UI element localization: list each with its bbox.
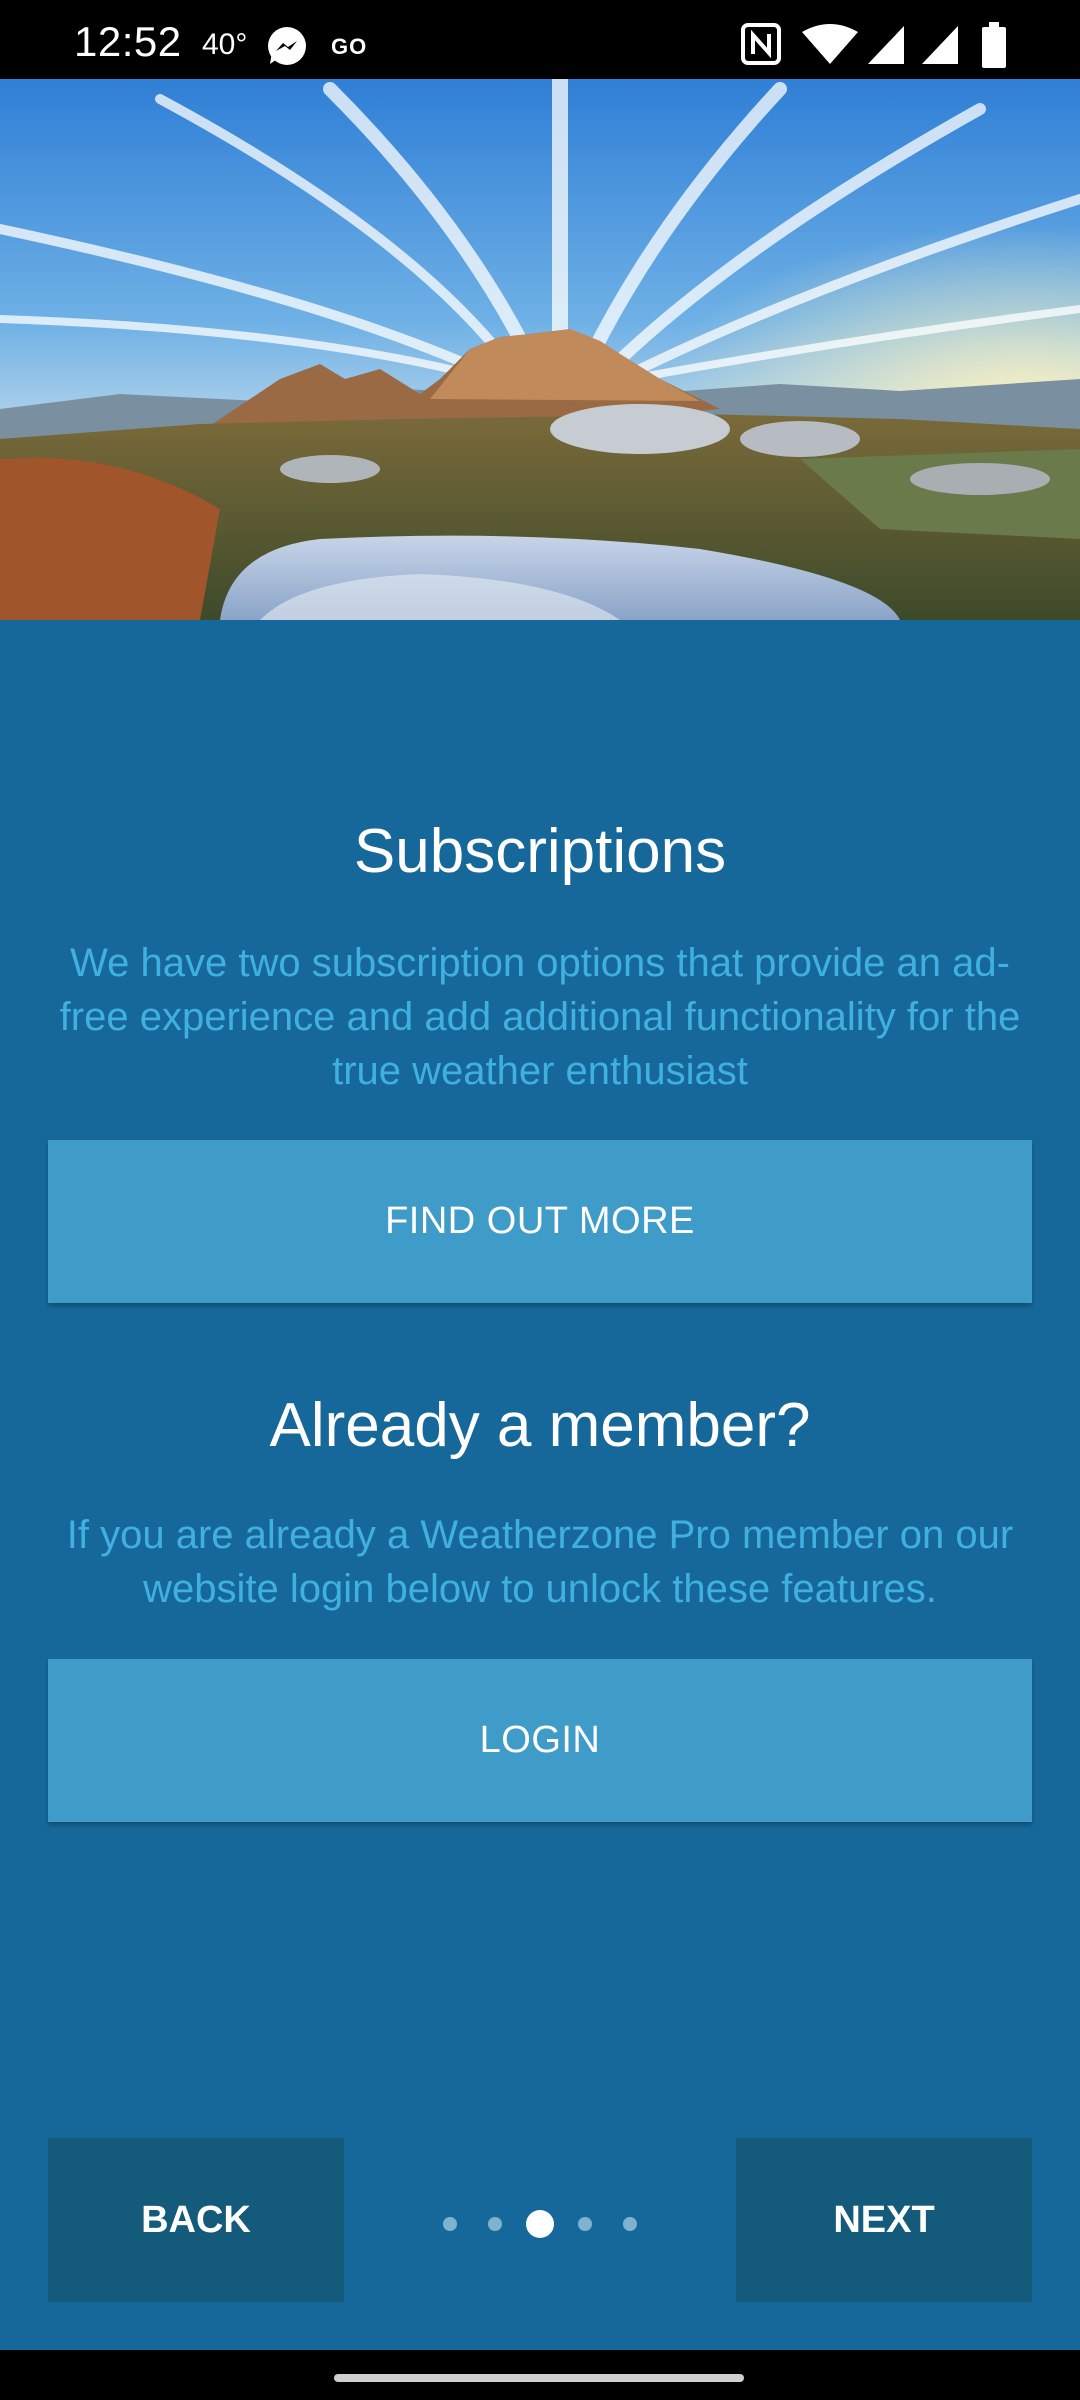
page-dot — [578, 2217, 592, 2231]
login-button[interactable]: LOGIN — [48, 1659, 1032, 1822]
content-panel: Subscriptions We have two subscription o… — [0, 620, 1080, 2350]
page-indicator — [430, 2209, 650, 2239]
subscriptions-title: Subscriptions — [353, 817, 727, 886]
page-dot — [443, 2217, 457, 2231]
page-dot — [488, 2217, 502, 2231]
status-temperature: 40° — [202, 28, 248, 61]
signal-icon — [922, 26, 958, 64]
hero-image — [0, 79, 1080, 620]
member-title: Already a member? — [269, 1391, 811, 1460]
subscriptions-description: We have two subscription options that pr… — [59, 941, 1021, 1093]
page-dot — [623, 2217, 637, 2231]
status-go-label: GO — [331, 34, 368, 59]
status-bar: 12:52 40° GO — [0, 0, 1080, 79]
status-time: 12:52 — [74, 18, 182, 65]
wifi-icon — [802, 24, 858, 64]
member-description: If you are already a Weatherzone Pro mem… — [66, 1513, 1014, 1611]
nfc-icon — [741, 23, 781, 65]
signal-icon — [868, 26, 904, 64]
next-button[interactable]: NEXT — [736, 2138, 1032, 2302]
battery-icon — [982, 22, 1006, 68]
messenger-icon — [268, 27, 306, 65]
system-navigation-bar — [0, 2350, 1080, 2400]
home-gesture-handle[interactable] — [334, 2374, 744, 2382]
page-dot-active — [526, 2210, 554, 2238]
back-button[interactable]: BACK — [48, 2138, 344, 2302]
find-out-more-button[interactable]: FIND OUT MORE — [48, 1140, 1032, 1303]
